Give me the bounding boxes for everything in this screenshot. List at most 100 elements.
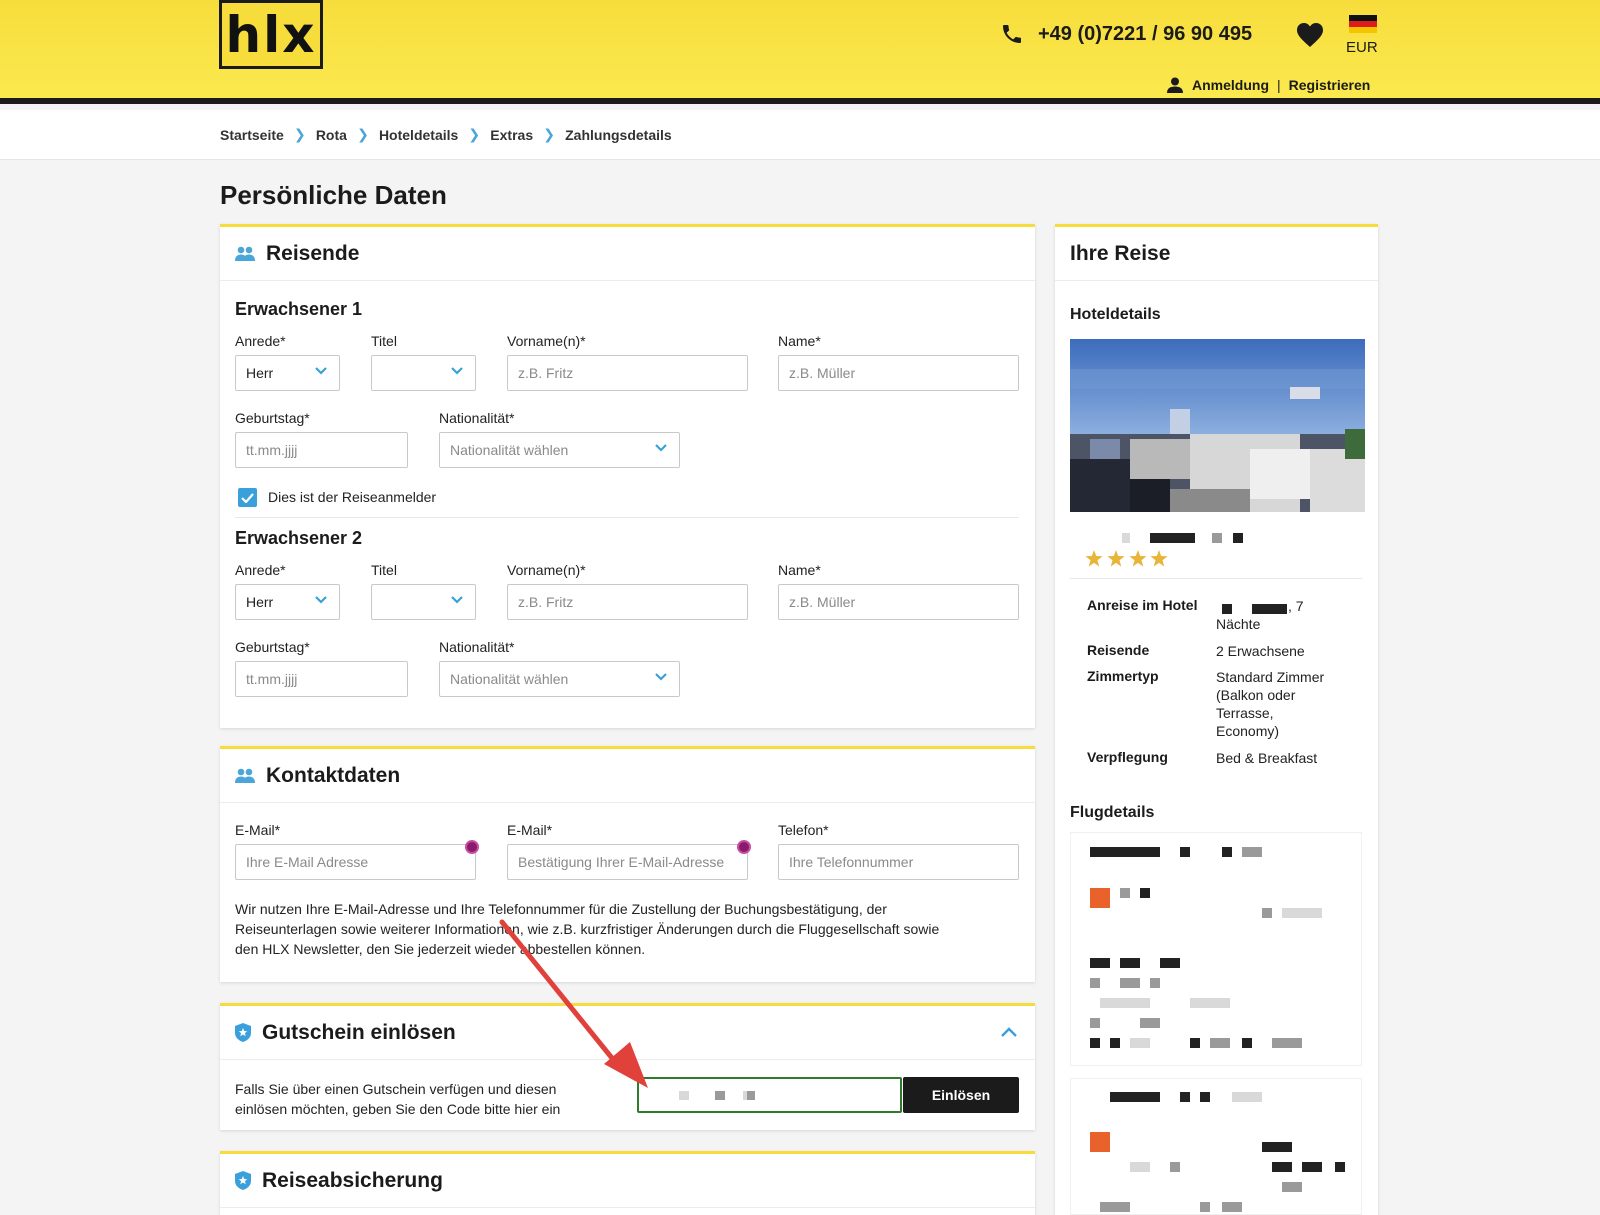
contact-info-line-3: den HLX Newsletter, den Sie jederzeit wi…	[235, 941, 646, 957]
redeem-button[interactable]: Einlösen	[903, 1077, 1019, 1113]
hotel-image[interactable]	[1070, 339, 1365, 512]
hlx-logo[interactable]: hlx	[219, 0, 323, 69]
people-icon	[235, 246, 255, 261]
redacted-flight-info	[1170, 1162, 1180, 1172]
check-icon	[241, 492, 254, 503]
chevron-down-icon	[451, 596, 463, 604]
redacted-flight-info	[1190, 1038, 1200, 1048]
breadcrumb-item-extras[interactable]: Extras	[490, 127, 533, 143]
star-icon	[1150, 550, 1168, 567]
airline-logo	[1090, 888, 1110, 908]
breadcrumb-item-startseite[interactable]: Startseite	[220, 127, 284, 143]
redacted-flight-info	[1232, 1092, 1262, 1102]
redacted-flight-info	[1262, 1142, 1292, 1152]
redacted-flight-info	[1150, 978, 1160, 988]
redacted-flight-info	[1140, 1018, 1160, 1028]
lastname-label: Name*	[778, 562, 821, 578]
insurance-card-header[interactable]: Reiseabsicherung	[220, 1154, 1035, 1208]
registrant-checkbox[interactable]	[238, 488, 257, 507]
redacted-flight-info	[1090, 847, 1160, 857]
travelers-card: Reisende Erwachsener 1 Anrede* Titel Vor…	[220, 224, 1035, 728]
insurance-title: Reiseabsicherung	[262, 1168, 443, 1192]
salutation-label: Anrede*	[235, 562, 286, 578]
firstname-label: Vorname(n)*	[507, 333, 586, 349]
salutation-label: Anrede*	[235, 333, 286, 349]
voucher-shield-icon	[235, 1023, 251, 1042]
birthday-input[interactable]: tt.mm.jjjj	[235, 661, 408, 697]
redacted-flight-info	[1242, 1038, 1252, 1048]
lastname-label: Name*	[778, 333, 821, 349]
voucher-code-input[interactable]	[637, 1077, 902, 1113]
title-select[interactable]	[371, 584, 476, 620]
redacted-flight-info	[1242, 847, 1262, 857]
login-link[interactable]: Anmeldung	[1192, 77, 1269, 93]
breadcrumb-item-zahlungsdetails[interactable]: Zahlungsdetails	[565, 127, 672, 143]
flight-card-outbound	[1070, 832, 1362, 1066]
phone-icon	[1003, 25, 1021, 43]
heart-icon[interactable]	[1296, 22, 1324, 48]
email-label: E-Mail*	[235, 822, 281, 838]
firstname-input[interactable]: z.B. Fritz	[507, 355, 748, 391]
phone-number: +49 (0)7221 / 96 90 495	[1038, 22, 1253, 45]
nationality-select[interactable]: Nationalität wählen	[439, 432, 680, 468]
contact-card: Kontaktdaten E-Mail* E-Mail* Telefon* Ih…	[220, 746, 1035, 982]
register-link[interactable]: Registrieren	[1289, 77, 1371, 93]
redacted-flight-info	[1282, 908, 1322, 918]
redacted-flight-info	[1100, 1202, 1130, 1212]
redacted-flight-info	[1110, 1038, 1120, 1048]
email-input[interactable]: Ihre E-Mail Adresse	[235, 844, 476, 880]
phone-input[interactable]: Ihre Telefonnummer	[778, 844, 1019, 880]
breadcrumb-item-rota[interactable]: Rota	[316, 127, 347, 143]
board-value: Bed & Breakfast	[1216, 750, 1318, 766]
phone-label: Telefon*	[778, 822, 829, 838]
chevron-down-icon	[315, 596, 327, 604]
salutation-select[interactable]: Herr	[235, 355, 340, 391]
redacted-flight-info	[1120, 958, 1140, 968]
title-select[interactable]	[371, 355, 476, 391]
voucher-text-line-2: einlösen möchten, geben Sie den Code bit…	[235, 1101, 561, 1117]
contact-title: Kontaktdaten	[266, 763, 401, 787]
redacted-flight-info	[1140, 888, 1150, 898]
redacted-flight-info	[1210, 1038, 1230, 1048]
chevron-right-icon: ❯	[293, 126, 306, 142]
star-icon	[1129, 550, 1147, 567]
lastname-input[interactable]: z.B. Müller	[778, 355, 1019, 391]
salutation-value: Herr	[246, 365, 274, 381]
nationality-label: Nationalität*	[439, 410, 515, 426]
currency-selector[interactable]: EUR	[1346, 39, 1378, 56]
travelers-label: Reisende	[1087, 642, 1150, 658]
password-manager-icon[interactable]	[465, 840, 479, 854]
room-type-line-4: Economy)	[1216, 723, 1280, 739]
redacted-flight-info	[1200, 1202, 1210, 1212]
birthday-input[interactable]: tt.mm.jjjj	[235, 432, 408, 468]
email-confirm-input[interactable]: Bestätigung Ihrer E-Mail-Adresse	[507, 844, 748, 880]
breadcrumb-item-hoteldetails[interactable]: Hoteldetails	[379, 127, 458, 143]
redacted-flight-info	[1200, 1092, 1210, 1102]
redacted-flight-info	[1130, 1038, 1150, 1048]
firstname-label: Vorname(n)*	[507, 562, 586, 578]
phone-contact[interactable]: +49 (0)7221 / 96 90 495	[1000, 22, 1252, 46]
firstname-input[interactable]: z.B. Fritz	[507, 584, 748, 620]
site-header: hlx +49 (0)7221 / 96 90 495 EUR Anmeldun…	[0, 0, 1600, 104]
page-title: Persönliche Daten	[220, 180, 447, 210]
logo-text: hlx	[225, 5, 317, 64]
voucher-card-header[interactable]: Gutschein einlösen	[220, 1006, 1035, 1060]
password-manager-icon[interactable]	[737, 840, 751, 854]
redacted-flight-info	[1180, 1092, 1190, 1102]
room-type-label: Zimmertyp	[1087, 668, 1159, 684]
german-flag-icon[interactable]	[1349, 15, 1377, 33]
star-icon	[1107, 550, 1125, 567]
people-icon	[235, 768, 255, 783]
redacted-hotel-name	[1150, 533, 1195, 543]
room-type-line-2: (Balkon oder	[1216, 687, 1296, 703]
nationality-value: Nationalität wählen	[450, 442, 569, 458]
nationality-select[interactable]: Nationalität wählen	[439, 661, 680, 697]
redacted-flight-info	[1110, 1092, 1160, 1102]
nationality-label: Nationalität*	[439, 639, 515, 655]
chevron-up-icon[interactable]	[1001, 1027, 1017, 1037]
adult-2-heading: Erwachsener 2	[235, 528, 363, 548]
room-type-line-3: Terrasse,	[1216, 705, 1274, 721]
salutation-select[interactable]: Herr	[235, 584, 340, 620]
redacted-flight-info	[1262, 908, 1272, 918]
lastname-input[interactable]: z.B. Müller	[778, 584, 1019, 620]
